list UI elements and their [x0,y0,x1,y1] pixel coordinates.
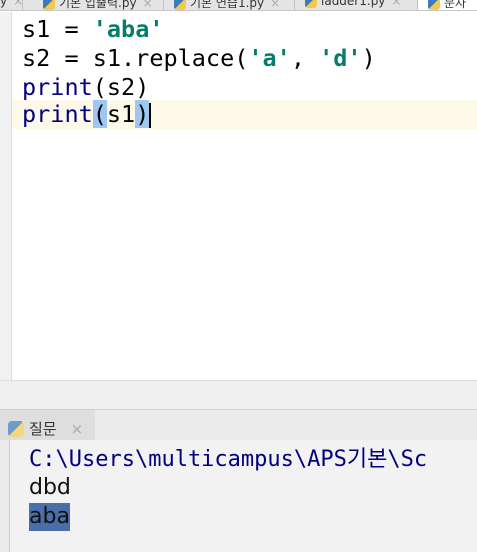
console-line: dbd [29,475,71,500]
editor-tab[interactable]: ladder1.py × [295,0,418,10]
editor-tab[interactable]: y × [0,0,23,10]
code-line: print(s2) [22,73,150,101]
editor-tab[interactable]: 기본 입출력.py × [33,0,164,10]
editor-gutter [0,12,12,380]
close-icon[interactable]: × [143,0,153,10]
code-line-current: print(s1) [12,100,477,129]
panel-divider [0,380,477,410]
editor-tab[interactable]: 기본 연습1.py × [164,0,295,10]
console-toolbar [0,440,10,552]
python-file-icon [174,0,186,10]
close-icon[interactable]: × [13,0,23,8]
python-file-icon [428,0,440,10]
editor-tab-bar: y × 기본 입출력.py × 기본 연습1.py × ladder1.py × 문자 [0,0,477,11]
console-line-selected: aba [29,503,70,531]
close-icon[interactable]: × [391,0,401,8]
run-tool-window-tabs: 질문 × [0,410,477,440]
code-editor[interactable]: s1 = 'aba' s2 = s1.replace('a', 'd') pri… [12,12,477,380]
editor-tab-active[interactable]: 문자 [418,0,477,10]
python-file-icon [43,0,55,10]
python-file-icon [305,0,317,8]
python-icon [8,421,24,437]
run-console[interactable]: C:\Users\multicampus\APS기본\Sc dbd aba [0,440,477,552]
text-caret [149,103,152,128]
console-line: C:\Users\multicampus\APS기본\Sc [29,447,428,472]
close-icon[interactable]: × [270,0,280,10]
code-line: s1 = 'aba' [22,15,164,43]
code-line: s2 = s1.replace('a', 'd') [22,44,376,72]
close-icon[interactable]: × [71,420,84,438]
run-tab[interactable]: 질문 × [0,410,95,440]
